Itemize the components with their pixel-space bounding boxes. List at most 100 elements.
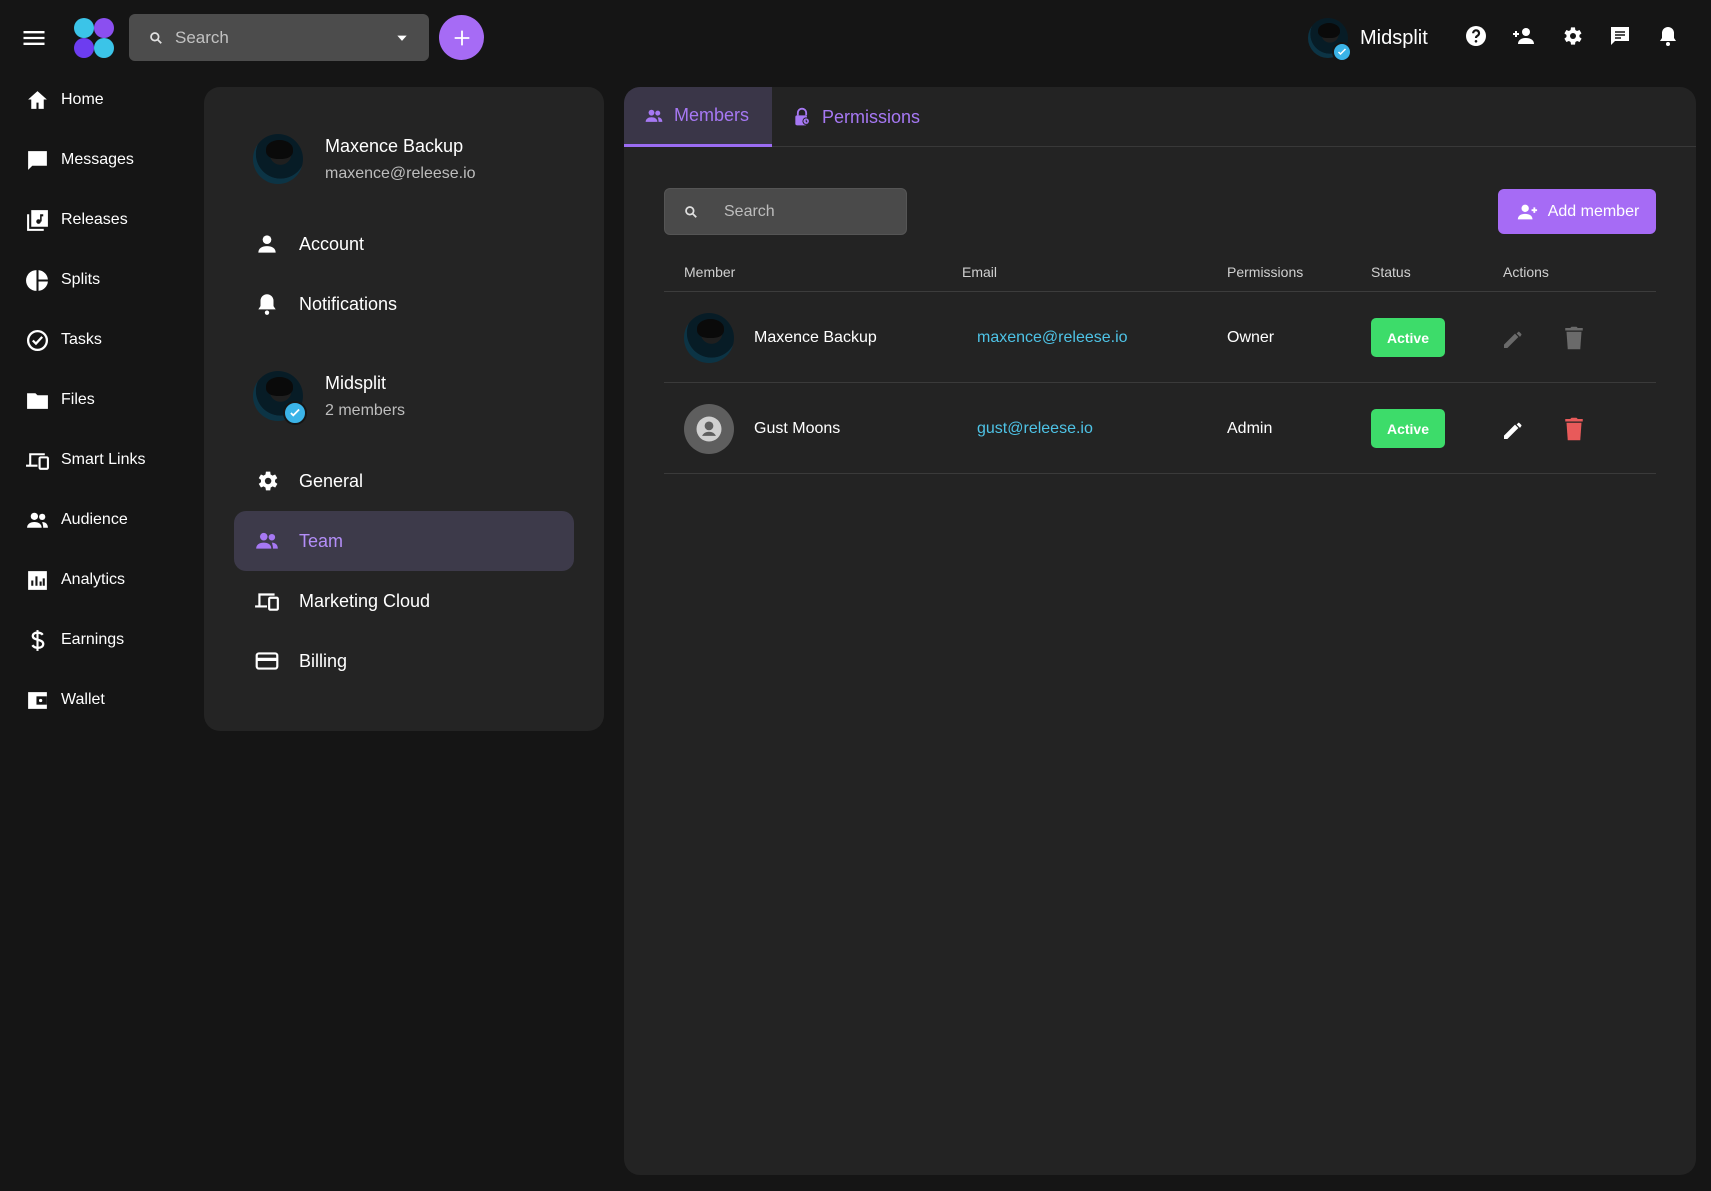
user-profile: Maxence Backup maxence@releese.io xyxy=(253,134,476,184)
chat-icon[interactable] xyxy=(1608,24,1632,48)
settings-item-marketing-cloud[interactable]: Marketing Cloud xyxy=(234,571,574,631)
account-name: Midsplit xyxy=(1360,26,1428,49)
dollar-icon xyxy=(25,628,50,653)
table-header: Member Email Permissions Status Actions xyxy=(664,252,1656,292)
plus-icon xyxy=(451,27,473,49)
global-search[interactable] xyxy=(129,14,429,61)
member-search-input[interactable] xyxy=(724,202,884,221)
people-icon xyxy=(644,106,664,126)
column-permissions: Permissions xyxy=(1227,264,1304,280)
settings-panel: Maxence Backup maxence@releese.io Accoun… xyxy=(204,87,604,731)
settings-item-account[interactable]: Account xyxy=(234,214,574,274)
avatar xyxy=(684,403,734,454)
folder-icon xyxy=(25,388,50,413)
global-search-input[interactable] xyxy=(175,27,375,48)
tab-members[interactable]: Members xyxy=(624,87,772,147)
trash-icon[interactable] xyxy=(1559,414,1589,444)
sidebar-item-audience[interactable]: Audience xyxy=(0,490,190,550)
sidebar-item-label: Releases xyxy=(61,211,128,228)
member-cell: Maxence Backup xyxy=(684,292,877,383)
table-row: Gust Moons gust@releese.io Admin Active xyxy=(664,383,1656,474)
column-actions: Actions xyxy=(1503,264,1549,280)
edit-icon[interactable] xyxy=(1499,414,1529,444)
status-badge: Active xyxy=(1371,318,1445,357)
sidebar-item-wallet[interactable]: Wallet xyxy=(0,670,190,730)
sidebar-item-label: Earnings xyxy=(61,631,125,648)
settings-item-label: General xyxy=(299,470,364,491)
email-cell: maxence@releese.io xyxy=(977,292,1128,383)
sidebar-item-releases[interactable]: Releases xyxy=(0,190,190,250)
sidebar-item-label: Files xyxy=(61,391,95,408)
account-switcher[interactable]: Midsplit xyxy=(1308,16,1428,62)
team-name: Midsplit xyxy=(325,372,387,393)
people-icon xyxy=(25,508,50,533)
header-actions xyxy=(1464,24,1680,48)
devices-icon xyxy=(254,588,280,614)
search-icon xyxy=(149,31,163,45)
permission-cell: Owner xyxy=(1227,292,1274,383)
member-permission: Owner xyxy=(1227,328,1275,346)
credit-card-icon xyxy=(254,648,280,674)
tab-bar: Members Permissions xyxy=(624,87,1696,147)
sidebar-item-label: Wallet xyxy=(61,691,105,708)
sidebar-item-label: Smart Links xyxy=(61,451,146,468)
chevron-down-icon[interactable] xyxy=(395,31,409,45)
tab-label: Members xyxy=(674,105,750,125)
bell-icon xyxy=(254,291,280,317)
wallet-icon xyxy=(25,688,50,713)
status-cell: Active xyxy=(1371,383,1445,474)
menu-icon[interactable] xyxy=(20,24,48,52)
actions-cell xyxy=(1499,292,1589,383)
status-cell: Active xyxy=(1371,292,1445,383)
team-profile: Midsplit 2 members xyxy=(253,371,406,425)
sidebar-item-messages[interactable]: Messages xyxy=(0,130,190,190)
sidebar-item-label: Splits xyxy=(61,271,101,288)
gear-icon xyxy=(254,468,280,494)
avatar xyxy=(253,371,307,425)
member-email-link[interactable]: gust@releese.io xyxy=(977,420,1093,438)
gear-icon[interactable] xyxy=(1560,24,1584,48)
devices-icon xyxy=(25,448,50,473)
actions-cell xyxy=(1499,383,1589,474)
people-icon xyxy=(254,528,280,554)
settings-item-general[interactable]: General xyxy=(234,451,574,511)
bell-icon[interactable] xyxy=(1656,24,1680,48)
member-search[interactable] xyxy=(664,188,907,235)
sidebar: Home Messages Releases Splits Tasks File… xyxy=(0,70,190,730)
create-button[interactable] xyxy=(439,15,484,60)
sidebar-item-home[interactable]: Home xyxy=(0,70,190,130)
verified-icon xyxy=(1332,42,1352,62)
sidebar-item-splits[interactable]: Splits xyxy=(0,250,190,310)
email-cell: gust@releese.io xyxy=(977,383,1093,474)
top-bar: Midsplit xyxy=(0,0,1711,76)
column-member: Member xyxy=(684,264,736,280)
pie-chart-icon xyxy=(25,268,50,293)
sidebar-item-earnings[interactable]: Earnings xyxy=(0,610,190,670)
sidebar-item-files[interactable]: Files xyxy=(0,370,190,430)
team-member-count: 2 members xyxy=(325,401,406,419)
settings-item-label: Notifications xyxy=(299,293,398,314)
column-email: Email xyxy=(962,264,998,280)
sidebar-item-tasks[interactable]: Tasks xyxy=(0,310,190,370)
team-members-panel: Members Permissions Add member Member Em… xyxy=(624,87,1696,1175)
sidebar-item-smart-links[interactable]: Smart Links xyxy=(0,430,190,490)
settings-item-billing[interactable]: Billing xyxy=(234,631,574,691)
help-icon[interactable] xyxy=(1464,24,1488,48)
settings-item-label: Marketing Cloud xyxy=(299,590,431,611)
sidebar-item-analytics[interactable]: Analytics xyxy=(0,550,190,610)
search-icon xyxy=(684,205,698,219)
settings-item-notifications[interactable]: Notifications xyxy=(234,274,574,334)
member-cell: Gust Moons xyxy=(684,383,840,474)
sidebar-item-label: Audience xyxy=(61,511,128,528)
member-email-link[interactable]: maxence@releese.io xyxy=(977,329,1128,347)
logo[interactable] xyxy=(72,16,116,60)
library-music-icon xyxy=(25,208,50,233)
settings-item-label: Account xyxy=(299,233,365,254)
settings-item-team[interactable]: Team xyxy=(234,511,574,571)
tab-permissions[interactable]: Permissions xyxy=(792,87,920,147)
add-person-icon[interactable] xyxy=(1512,24,1536,48)
avatar xyxy=(684,312,734,363)
user-name: Maxence Backup xyxy=(325,135,464,156)
permission-cell: Admin xyxy=(1227,383,1272,474)
add-member-button[interactable]: Add member xyxy=(1498,189,1656,234)
